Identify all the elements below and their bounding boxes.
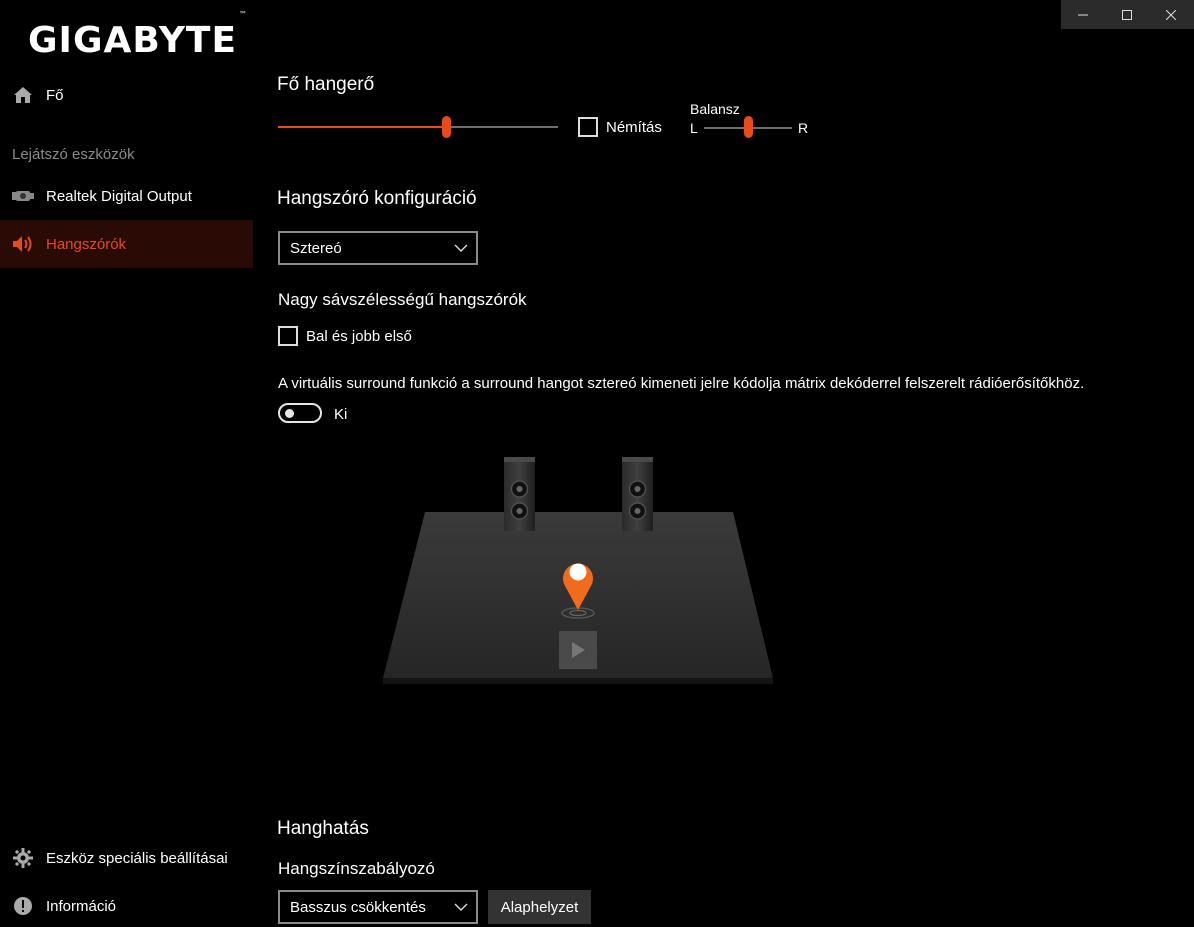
reset-button[interactable]: Alaphelyzet [488,890,591,924]
balance-right-label: R [798,120,809,136]
equalizer-label: Hangszínszabályozó [278,859,435,878]
chevron-down-icon [454,244,468,252]
slider-fill [278,126,446,128]
window-controls [1061,0,1194,29]
right-speaker [622,457,653,531]
sidebar-item-information[interactable]: Információ [0,882,253,927]
sidebar-item-label: Információ [46,897,117,915]
gear-icon [0,848,46,868]
fullrange-front-checkbox[interactable] [278,326,298,346]
chevron-down-icon [454,903,468,911]
speaker-config-title: Hangszóró konfiguráció [277,188,477,209]
sidebar-item-label: Eszköz speciális beállításai [46,849,228,867]
sidebar-item-realtek-digital-output[interactable]: Realtek Digital Output [0,172,253,220]
gigabyte-logo: GIGABYTE™ [28,10,249,61]
mute-label: Némítás [606,119,662,136]
fullrange-front-label: Bal és jobb első [306,328,412,345]
slider-thumb[interactable] [442,116,451,138]
master-volume-title: Fő hangerő [277,74,375,95]
info-icon [0,896,46,916]
speaker-icon [0,235,46,253]
virtual-surround-toggle[interactable] [278,403,322,423]
speaker-stage-visual [383,457,773,684]
digital-output-icon [0,190,46,202]
home-icon [0,86,46,104]
sidebar-item-speakers[interactable]: Hangszórók [0,220,253,268]
close-icon [1166,9,1176,20]
minimize-button[interactable] [1061,0,1105,29]
left-speaker [504,457,535,531]
toggle-knob [285,409,294,418]
sidebar-item-label: Hangszórók [46,235,127,253]
section-label-playback-devices: Lejátszó eszközök [12,146,135,163]
sidebar-item-label: Realtek Digital Output [46,187,192,205]
equalizer-dropdown[interactable]: Basszus csökkentés [278,890,478,924]
balance-label: Balansz [690,101,740,117]
mute-checkbox[interactable] [578,117,598,137]
sidebar-item-home[interactable]: Fő [0,71,253,119]
virtual-surround-description: A virtuális surround funkció a surround … [278,375,1085,392]
close-button[interactable] [1149,0,1193,29]
slider-thumb[interactable] [744,116,753,138]
play-test-button[interactable] [559,631,597,669]
dropdown-value: Sztereó [290,239,342,257]
dropdown-value: Basszus csökkentés [290,898,426,916]
maximize-button[interactable] [1105,0,1149,29]
minimize-icon [1078,14,1088,15]
fullrange-speakers-title: Nagy sávszélességű hangszórók [278,290,527,309]
speaker-config-dropdown[interactable]: Sztereó [278,231,478,265]
balance-left-label: L [690,120,698,136]
sound-effect-title: Hanghatás [277,818,369,839]
sidebar-item-device-advanced-settings[interactable]: Eszköz speciális beállításai [0,834,253,882]
virtual-surround-state: Ki [334,406,348,423]
sidebar-item-label: Fő [46,86,64,104]
maximize-icon [1122,9,1132,20]
